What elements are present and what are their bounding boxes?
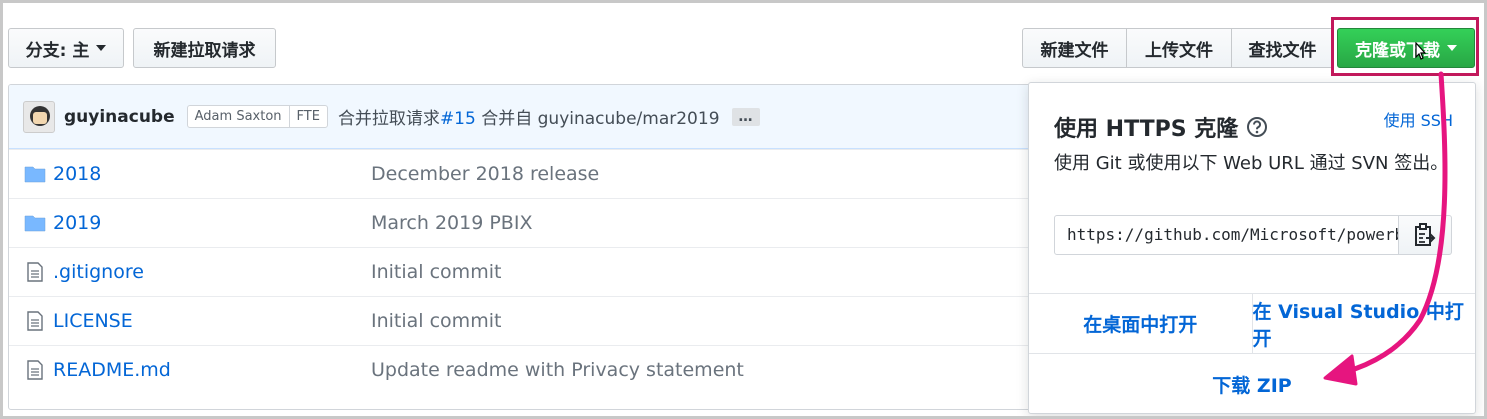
find-file-label: 查找文件: [1248, 40, 1317, 61]
file-icon: [24, 360, 46, 380]
new-file-button[interactable]: 新建文件: [1022, 28, 1127, 68]
clone-description: 使用 Git 或使用以下 Web URL 通过 SVN 签出。: [1054, 153, 1449, 174]
table-row: LICENSE Initial commit: [9, 296, 1047, 345]
find-file-button[interactable]: 查找文件: [1232, 28, 1334, 68]
commit-message-suffix: 合并自 guyinacube/mar2019: [481, 109, 720, 129]
clone-or-download-button[interactable]: 克隆或下载: [1337, 28, 1475, 68]
table-row: 2018 December 2018 release: [9, 149, 1047, 198]
file-commit-message[interactable]: Initial commit: [371, 310, 501, 332]
table-row: .gitignore Initial commit: [9, 247, 1047, 296]
clone-url-group: https://github.com/Microsoft/powerbi-des…: [1054, 215, 1452, 255]
branch-selector-button[interactable]: 分支: 主: [8, 28, 124, 68]
expand-commit-button[interactable]: …: [731, 107, 760, 126]
file-name-link[interactable]: LICENSE: [53, 310, 371, 332]
table-row: 2019 March 2019 PBIX: [9, 198, 1047, 247]
table-row: README.md Update readme with Privacy sta…: [9, 345, 1047, 394]
file-actions-group: 新建文件 上传文件 查找文件: [1022, 28, 1334, 68]
avatar[interactable]: [23, 100, 55, 133]
latest-commit-bar: guyinacube Adam Saxton FTE 合并拉取请求#15 合并自…: [9, 85, 1047, 149]
file-name-link[interactable]: 2019: [53, 212, 371, 234]
folder-icon: [24, 165, 46, 183]
question-icon[interactable]: [1246, 116, 1268, 138]
upload-files-label: 上传文件: [1145, 40, 1213, 61]
file-commit-message[interactable]: Initial commit: [371, 261, 501, 283]
file-icon: [24, 262, 46, 282]
file-commit-message[interactable]: March 2019 PBIX: [371, 212, 532, 234]
use-ssh-link[interactable]: 使用 SSH: [1384, 107, 1453, 131]
clipboard-icon: [1415, 223, 1436, 246]
pull-request-link[interactable]: #15: [440, 109, 476, 129]
coauthor-tag: Adam Saxton FTE: [186, 105, 328, 128]
new-pull-request-label: 新建拉取请求: [153, 40, 256, 61]
commit-message[interactable]: 合并拉取请求#15 合并自 guyinacube/mar2019: [338, 104, 720, 129]
chevron-down-icon: [96, 45, 107, 51]
file-name-link[interactable]: 2018: [53, 163, 371, 185]
file-icon: [24, 311, 46, 331]
coauthor-badge: FTE: [288, 106, 327, 127]
new-pull-request-button[interactable]: 新建拉取请求: [133, 28, 276, 68]
folder-icon: [24, 214, 46, 232]
file-name-link[interactable]: README.md: [53, 359, 371, 381]
clone-url-input[interactable]: https://github.com/Microsoft/powerbi-des…: [1054, 215, 1399, 255]
file-commit-message[interactable]: Update readme with Privacy statement: [371, 359, 744, 381]
download-zip-button[interactable]: 下载 ZIP: [1029, 355, 1475, 413]
clone-popover: 使用 HTTPS 克隆 使用 SSH 使用 Git 或使用以下 Web URL …: [1028, 82, 1476, 414]
new-file-label: 新建文件: [1040, 40, 1109, 61]
commit-message-prefix: 合并拉取请求: [337, 109, 440, 129]
file-name-link[interactable]: .gitignore: [53, 261, 371, 283]
open-in-desktop-button[interactable]: 在桌面中打开: [1029, 294, 1252, 353]
repo-file-table: guyinacube Adam Saxton FTE 合并拉取请求#15 合并自…: [8, 84, 1048, 410]
copy-url-button[interactable]: [1399, 215, 1452, 255]
chevron-down-icon: [1447, 45, 1457, 51]
upload-files-button[interactable]: 上传文件: [1127, 28, 1232, 68]
commit-author[interactable]: guyinacube: [64, 107, 175, 127]
open-in-visual-studio-button[interactable]: 在 Visual Studio 中打开: [1251, 294, 1476, 353]
clone-popover-title: 使用 HTTPS 克隆: [1054, 111, 1268, 143]
mouse-cursor-icon: [1415, 42, 1427, 60]
clone-title-text: 使用 HTTPS 克隆: [1054, 117, 1239, 142]
coauthor-name: Adam Saxton: [194, 109, 282, 124]
file-commit-message[interactable]: December 2018 release: [371, 163, 599, 185]
open-actions: 在桌面中打开 在 Visual Studio 中打开: [1029, 293, 1475, 354]
branch-label: 分支: 主: [25, 40, 90, 61]
